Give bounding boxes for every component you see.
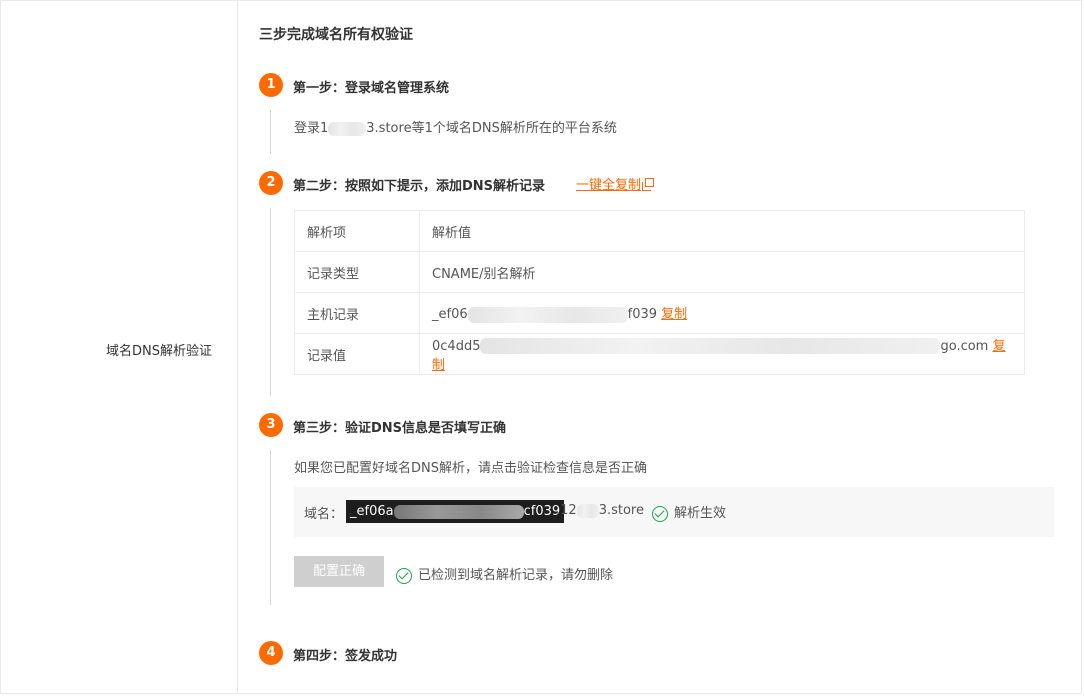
table-row: 记录值 0c4dd5 go.com 复制 [294, 333, 1025, 375]
redacted-blur [480, 338, 941, 355]
resolve-status-text: 解析生效 [674, 506, 727, 521]
table-row: 记录类型 CNAME/别名解析 [294, 251, 1025, 293]
detected-status: 已检测到域名解析记录，请勿删除 [396, 564, 613, 584]
check-circle-icon [652, 505, 668, 522]
copy-icon [642, 178, 655, 191]
copy-host-record-button[interactable]: 复制 [661, 307, 687, 322]
table-header-key: 解析项 [294, 210, 420, 252]
record-type-key: 记录类型 [294, 251, 420, 293]
verify-button[interactable]: 配置正确 [294, 556, 384, 587]
domain-value: _ef06a cf039 [346, 500, 565, 523]
record-value-value: 0c4dd5 go.com 复制 [419, 333, 1025, 375]
record-value-key: 记录值 [294, 333, 420, 375]
copy-all-link[interactable]: 一键全复制 [576, 174, 655, 193]
step-1-badge: 1 [259, 73, 283, 97]
detected-status-text: 已检测到域名解析记录，请勿删除 [418, 568, 614, 583]
copy-all-label: 一键全复制 [576, 178, 642, 193]
resolve-status: 解析生效 [652, 502, 726, 522]
redacted-blur [393, 504, 524, 519]
record-type-value: CNAME/别名解析 [419, 251, 1025, 293]
domain-suffix: .12 3.store [556, 503, 644, 518]
step-4-badge: 4 [259, 641, 283, 665]
row-label: 域名DNS解析验证 [106, 344, 212, 359]
redacted-blur [576, 503, 599, 518]
check-circle-icon [396, 567, 412, 584]
redacted-blur [467, 306, 628, 323]
domain-label: 域名： [304, 507, 344, 522]
step-3-line [270, 450, 271, 605]
table-header-row: 解析项 解析值 [294, 210, 1025, 252]
step-2-title: 第二步：按照如下提示，添加DNS解析记录 [293, 179, 546, 194]
step-1-text: 登录1 3.store等1个域名DNS解析所在的平台系统 [294, 121, 617, 136]
domain-check-box: 域名： _ef06a cf039 .12 3.store 解析生效 [294, 487, 1054, 537]
host-record-key: 主机记录 [294, 292, 420, 334]
page-title: 三步完成域名所有权验证 [259, 27, 413, 43]
host-record-value: _ef06 f039 复制 [419, 292, 1025, 334]
redacted-blur [328, 121, 367, 136]
table-header-value: 解析值 [419, 210, 1025, 252]
step-4-title: 第四步：签发成功 [293, 649, 398, 664]
step-2-badge: 2 [259, 171, 283, 195]
step-1-title: 第一步：登录域名管理系统 [293, 81, 450, 96]
dns-record-table: 解析项 解析值 记录类型 CNAME/别名解析 主机记录 _ef06 f039 复… [294, 210, 1025, 375]
table-row: 主机记录 _ef06 f039 复制 [294, 292, 1025, 334]
step-2-line [270, 208, 271, 396]
step-1-line [270, 110, 271, 154]
step-3-text: 如果您已配置好域名DNS解析，请点击验证检查信息是否正确 [294, 461, 647, 476]
step-3-title: 第三步：验证DNS信息是否填写正确 [293, 421, 507, 436]
step-3-badge: 3 [259, 413, 283, 437]
